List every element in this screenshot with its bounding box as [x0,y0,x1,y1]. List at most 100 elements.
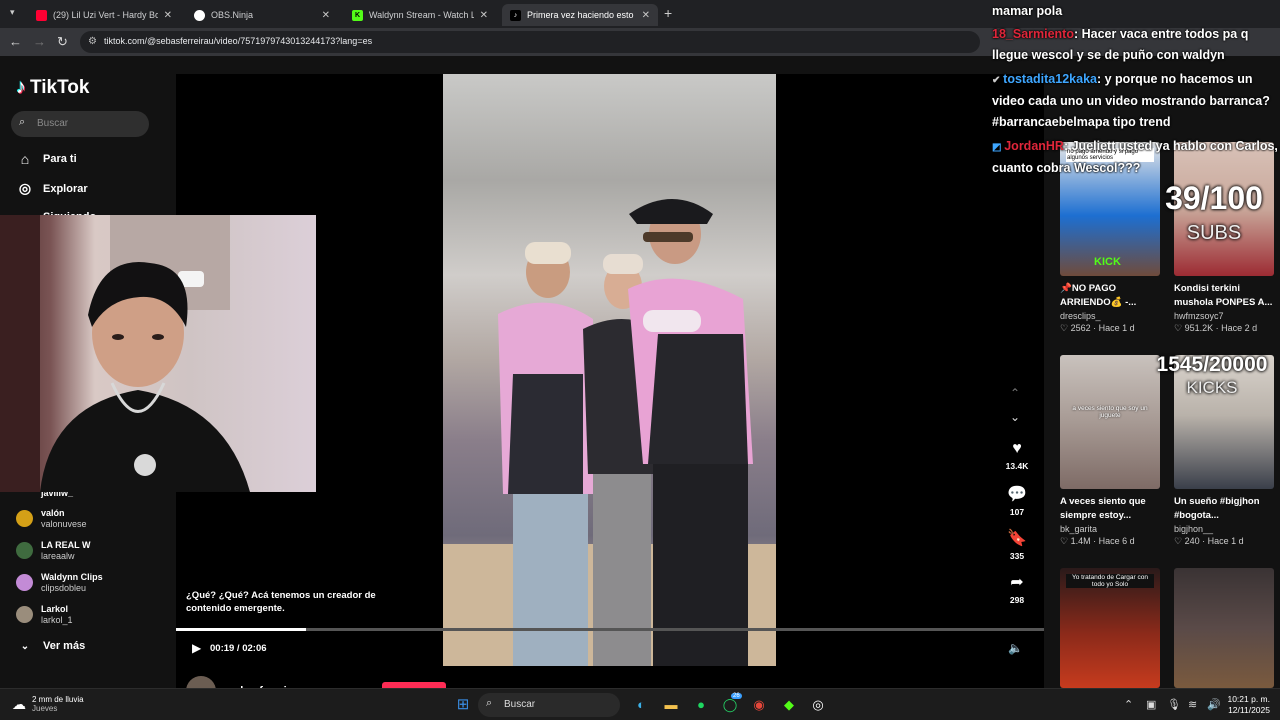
following-name: Larkol [41,604,69,614]
spotify-icon[interactable]: ● [692,696,710,714]
save-button[interactable]: 🔖 335 [998,528,1036,561]
back-icon[interactable]: ← [9,34,22,49]
close-icon[interactable]: ✕ [480,10,488,21]
kicks-label: KICKS [1186,378,1238,397]
edge-icon[interactable]: ◐ [632,696,650,714]
webcam-scene [0,215,250,492]
subs-label: SUBS [1186,222,1242,244]
tab-obs-ninja[interactable]: OBS.Ninja ✕ [186,4,338,26]
like-button[interactable]: ♥ 13.4K [998,440,1036,471]
recommended-user: hwfmzsoyc7 [1174,311,1224,321]
nav-for-you[interactable]: ⌂ Para ti [16,151,77,167]
tab-youtube[interactable]: (29) Lil Uzi Vert - Hardy Boys 3 ✕ [28,4,180,26]
play-icon[interactable]: ▶ [192,641,201,655]
following-name: LA REAL W [41,540,91,550]
taskbar: ☁ 2 mm de lluvia Jueves ⊞ ⌕ Buscar ◐ ▬ ●… [0,688,1280,720]
comment-button[interactable]: 💬 107 [998,484,1036,517]
tiktok-logo[interactable]: ♪ TikTok [16,76,89,99]
taskbar-search[interactable]: ⌕ Buscar [478,693,620,717]
tab-tiktok[interactable]: ♪ Primera vez haciendo esto en l ✕ [502,4,658,26]
video-frame[interactable] [443,74,776,666]
new-tab-button[interactable]: + [664,5,672,21]
site-info-icon[interactable]: ⚙ [88,36,97,47]
following-handle: larkol_1 [41,615,73,625]
kick-icon: K [352,9,363,21]
posted-ago: Hace 1 d [1207,536,1244,546]
compass-icon: ◎ [18,180,32,196]
chat-message: mamar pola [992,1,1280,22]
following-name: Waldynn Clips [41,572,103,582]
search-input[interactable]: ⌕ Buscar [11,111,149,137]
kick-app-icon[interactable]: ◆ [780,696,798,714]
like-count: 13.4K [1005,461,1029,471]
wifi-icon[interactable]: ≋ [1188,698,1197,711]
save-count: 335 [1009,551,1025,561]
nav-label: Para ti [43,153,77,165]
recommended-title: Un sueño #bigjhon #bogota... [1174,496,1260,521]
see-more-label: Ver más [43,640,86,652]
start-icon[interactable]: ⊞ [454,696,472,714]
comment-icon: 💬 [1007,486,1027,503]
progress-fill [176,628,307,631]
previous-video-icon[interactable]: ⌃ [1010,386,1020,400]
share-button[interactable]: ➦ 298 [998,572,1036,605]
webcam-overlay [0,215,316,492]
obs-app-icon[interactable]: ◎ [809,696,827,714]
like-count: 1.4M [1070,536,1091,546]
reload-icon[interactable]: ↻ [57,34,68,50]
recommended-meta: ♡ 2562 · Hace 1 d [1060,323,1135,333]
video-progress-bar[interactable] [176,628,1044,631]
tab-list-icon[interactable]: ▾ [10,7,15,18]
tiktok-icon: ♪ [510,9,521,21]
following-item[interactable]: Waldynn Clips clipsdobleu [16,572,103,594]
search-icon: ⌕ [19,116,26,128]
recommended-video[interactable]: Yo tratando de Cargar con todo yo Solo [1060,568,1160,688]
weather-text: 2 mm de lluvia [32,695,84,704]
like-count: 240 [1184,536,1200,546]
speaker-icon[interactable]: 🔊 [1207,698,1221,711]
chevron-up-icon[interactable]: ⌃ [1124,698,1133,711]
heart-icon: ♡ [1174,323,1185,333]
tab-title: Primera vez haciendo esto en l [527,10,636,20]
rain-cloud-icon: ☁ [12,695,26,712]
file-explorer-icon[interactable]: ▬ [662,696,680,714]
address-bar[interactable]: ⚙ tiktok.com/@sebasferreirau/video/75719… [80,31,980,53]
recommended-video[interactable] [1174,568,1274,688]
home-icon: ⌂ [20,151,30,167]
video-thumbnail[interactable]: Yo tratando de Cargar con todo yo Solo [1060,568,1160,688]
avatar [16,510,33,527]
video-thumbnail[interactable] [1174,568,1274,688]
following-item[interactable]: LA REAL W lareaalw [16,540,91,562]
chat-text: mamar pola [992,4,1063,18]
forward-icon[interactable]: → [33,34,46,49]
recommended-meta: ♡ 1.4M · Hace 6 d [1060,536,1135,546]
microphone-icon[interactable]: 🎙 [1167,698,1181,711]
thumbnail-text: a veces siento que soy un juguete [1072,405,1148,419]
following-item[interactable]: valón valonuvese [16,508,87,530]
weather-widget[interactable]: ☁ 2 mm de lluvia Jueves [12,695,84,713]
thumbnail-label: KICK [1094,256,1121,268]
next-video-icon[interactable]: ⌄ [1010,410,1020,424]
video-thumbnail[interactable]: a veces siento que soy un juguete [1060,355,1160,489]
close-icon[interactable]: ✕ [164,10,172,21]
volume-icon[interactable]: 🔈 [1008,641,1023,655]
like-count: 2562 [1070,323,1091,333]
tray-app-icon[interactable]: ▣ [1146,698,1156,711]
close-icon[interactable]: ✕ [642,10,650,21]
tab-title: OBS.Ninja [211,10,254,20]
following-item[interactable]: Larkol larkol_1 [16,604,73,626]
taskbar-clock[interactable]: 10:21 p. m. 12/11/2025 [1222,694,1270,716]
bookmark-icon: 🔖 [1007,530,1027,547]
tab-kick-stream[interactable]: K Waldynn Stream - Watch Live o ✕ [344,4,496,26]
recommended-meta: ♡ 951.2K · Hace 2 d [1174,323,1258,333]
nav-explore[interactable]: ◎ Explorar [16,180,88,197]
chat-message: ✔ tostadita12kaka: y porque no hacemos u… [992,69,1280,133]
search-placeholder: Buscar [37,118,69,129]
close-icon[interactable]: ✕ [322,10,330,21]
chrome-icon[interactable]: ◉ [750,696,768,714]
heart-icon: ♥ [1012,440,1022,457]
clock-time: 10:21 p. m. [1227,694,1270,704]
avatar [16,606,33,623]
see-more-link[interactable]: ⌄ Ver más [16,640,85,652]
recommended-video[interactable]: a veces siento que soy un juguete A vece… [1060,355,1160,547]
